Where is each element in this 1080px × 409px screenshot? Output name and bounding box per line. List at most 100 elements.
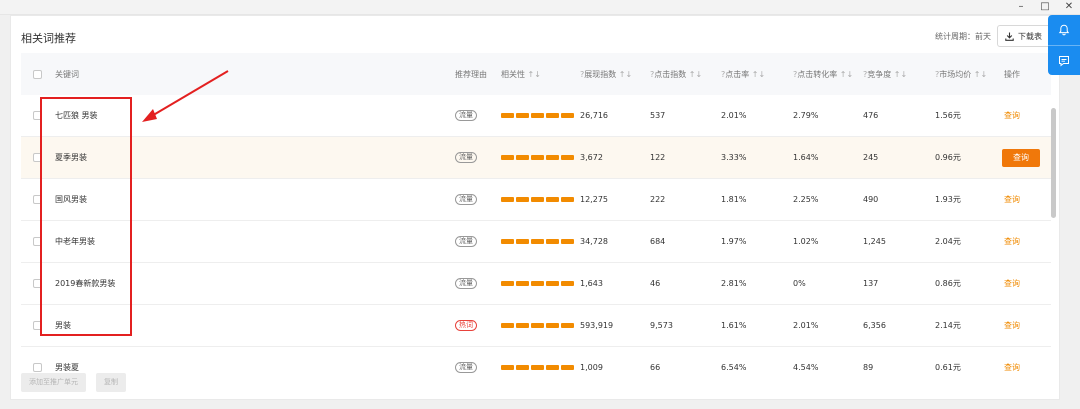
header-avg-price[interactable]: ?市场均价 ↑↓ xyxy=(935,69,1004,80)
table-row[interactable]: 七匹狼 男装 流量 26,716 537 2.01% 2.79% 476 1.5… xyxy=(21,95,1051,137)
add-to-unit-button[interactable]: 添加至推广单元 xyxy=(21,373,86,392)
impressions-cell: 593,919 xyxy=(580,321,614,330)
action-cell: 查询 xyxy=(1004,194,1051,205)
statistics-period: 统计周期：前天 xyxy=(935,32,991,41)
relevance-bar-segment xyxy=(531,365,544,370)
reason-cell: 流量 xyxy=(455,278,501,289)
header-checkbox-cell xyxy=(21,69,54,79)
header-clicks[interactable]: ?点击指数 ↑↓ xyxy=(650,69,721,80)
query-button[interactable]: 查询 xyxy=(1004,237,1020,246)
ctr-cell: 1.61% xyxy=(721,321,747,330)
select-all-checkbox[interactable] xyxy=(33,69,42,79)
table-row[interactable]: 夏季男装 流量 3,672 122 3.33% 1.64% 245 0.96元 … xyxy=(21,137,1051,179)
relevance-bar-segment xyxy=(516,365,529,370)
relevance-cell xyxy=(501,155,580,160)
relevance-bar-segment xyxy=(531,323,544,328)
impressions-cell: 12,275 xyxy=(580,195,608,204)
query-button[interactable]: 查询 xyxy=(1004,363,1020,372)
scrollbar[interactable] xyxy=(1051,102,1056,372)
relevance-bar-segment xyxy=(531,239,544,244)
header-ctr-label: 点击率 xyxy=(725,69,750,79)
relevance-bar-segment xyxy=(501,239,514,244)
sort-icon: ↑↓ xyxy=(688,69,703,79)
download-label: 下载表 xyxy=(1018,31,1042,41)
relevance-bar-segment xyxy=(531,281,544,286)
header-reason: 推荐理由 xyxy=(455,69,487,79)
sort-icon: ↑↓ xyxy=(751,69,766,79)
header-clicks-label: 点击指数 xyxy=(654,69,687,79)
reason-tag: 流量 xyxy=(455,362,477,373)
relevance-cell xyxy=(501,197,580,202)
ctr-cell: 2.81% xyxy=(721,279,747,288)
action-cell: 查询 xyxy=(1004,236,1051,247)
reason-tag: 流量 xyxy=(455,194,477,205)
scrollbar-thumb[interactable] xyxy=(1051,108,1056,218)
header-competition-label: 竞争度 xyxy=(867,69,892,79)
header-ctr[interactable]: ?点击率 ↑↓ xyxy=(721,69,793,80)
relevance-bar-segment xyxy=(546,113,559,118)
close-button[interactable]: ✕ xyxy=(1064,1,1074,13)
relevance-bar-segment xyxy=(501,365,514,370)
table-row[interactable]: 男装夏 流量 1,009 66 6.54% 4.54% 89 0.61元 查询 xyxy=(21,347,1051,373)
row-checkbox[interactable] xyxy=(33,363,42,372)
query-button[interactable]: 查询 xyxy=(1004,321,1020,330)
query-button[interactable]: 查询 xyxy=(1004,195,1020,204)
header-relevance[interactable]: 相关性 ↑↓ xyxy=(501,69,580,80)
relevance-bar-segment xyxy=(546,239,559,244)
relevance-bar-segment xyxy=(561,113,574,118)
avg-price-cell: 0.61元 xyxy=(935,363,961,372)
competition-cell: 1,245 xyxy=(863,237,886,246)
action-cell: 查询 xyxy=(1004,362,1051,373)
table-header: 关键词 推荐理由 相关性 ↑↓ ?展现指数 ↑↓ ?点击指数 ↑↓ ?点击率 ↑… xyxy=(21,53,1051,95)
table-row[interactable]: 男装 热词 593,919 9,573 1.61% 2.01% 6,356 2.… xyxy=(21,305,1051,347)
minimize-button[interactable]: – xyxy=(1016,1,1026,13)
query-button[interactable]: 查询 xyxy=(1002,148,1040,167)
ctr-cell: 1.97% xyxy=(721,237,747,246)
table-row[interactable]: 国风男装 流量 12,275 222 1.81% 2.25% 490 1.93元… xyxy=(21,179,1051,221)
panel-title: 相关词推荐 xyxy=(21,32,76,45)
message-icon[interactable] xyxy=(1048,45,1080,75)
impressions-cell: 34,728 xyxy=(580,237,608,246)
reason-tag: 热词 xyxy=(455,320,477,331)
relevance-bars xyxy=(501,155,580,160)
copy-button[interactable]: 复制 xyxy=(96,373,126,392)
relevance-cell xyxy=(501,365,580,370)
reason-tag: 流量 xyxy=(455,110,477,121)
annotation-highlight-box xyxy=(40,97,132,336)
avg-price-cell: 1.93元 xyxy=(935,195,961,204)
relevance-bar-segment xyxy=(561,281,574,286)
relevance-bars xyxy=(501,113,580,118)
action-cell: 查询 xyxy=(1004,320,1051,331)
avg-price-cell: 2.04元 xyxy=(935,237,961,246)
table-row[interactable]: 2019春新款男装 流量 1,643 46 2.81% 0% 137 0.86元… xyxy=(21,263,1051,305)
ctr-cell: 2.01% xyxy=(721,111,747,120)
reason-cell: 热词 xyxy=(455,320,501,331)
avg-price-cell: 0.86元 xyxy=(935,279,961,288)
relevance-bar-segment xyxy=(561,323,574,328)
action-cell: 查询 xyxy=(1002,148,1051,167)
ctr-cell: 6.54% xyxy=(721,363,747,372)
maximize-button[interactable]: □ xyxy=(1040,1,1050,13)
header-competition[interactable]: ?竞争度 ↑↓ xyxy=(863,69,935,80)
relevance-bar-segment xyxy=(516,239,529,244)
table-row[interactable]: 中老年男装 流量 34,728 684 1.97% 1.02% 1,245 2.… xyxy=(21,221,1051,263)
relevance-bar-segment xyxy=(501,197,514,202)
query-button[interactable]: 查询 xyxy=(1004,111,1020,120)
cvr-cell: 1.64% xyxy=(793,153,819,162)
clicks-cell: 9,573 xyxy=(650,321,673,330)
relevance-bar-segment xyxy=(501,113,514,118)
competition-cell: 245 xyxy=(863,153,879,162)
header-impressions[interactable]: ?展现指数 ↑↓ xyxy=(580,69,650,80)
relevance-cell xyxy=(501,281,580,286)
keyword-table: 关键词 推荐理由 相关性 ↑↓ ?展现指数 ↑↓ ?点击指数 ↑↓ ?点击率 ↑… xyxy=(21,53,1051,373)
relevance-bars xyxy=(501,197,580,202)
action-cell: 查询 xyxy=(1004,278,1051,289)
clicks-cell: 684 xyxy=(650,237,666,246)
relevance-bars xyxy=(501,323,580,328)
action-cell: 查询 xyxy=(1004,110,1051,121)
impressions-cell: 26,716 xyxy=(580,111,608,120)
reason-cell: 流量 xyxy=(455,152,501,163)
header-cvr[interactable]: ?点击转化率 ↑↓ xyxy=(793,69,863,80)
query-button[interactable]: 查询 xyxy=(1004,279,1020,288)
bell-icon[interactable] xyxy=(1048,15,1080,45)
